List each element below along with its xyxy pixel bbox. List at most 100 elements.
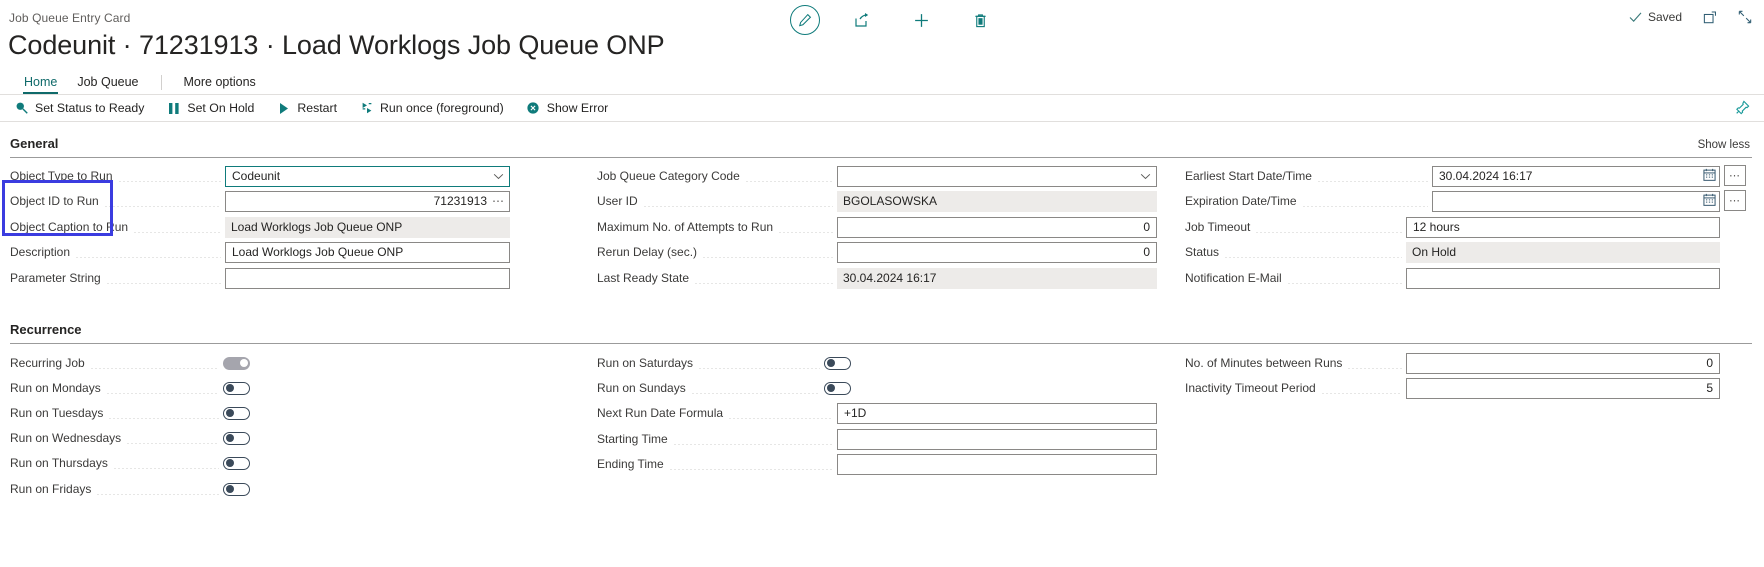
field-label: Run on Tuesdays	[10, 406, 108, 420]
run-once-foreground-label: Run once (foreground)	[380, 101, 504, 115]
field-value: Load Worklogs Job Queue ONP	[231, 220, 402, 234]
field-label: Ending Time	[597, 457, 669, 471]
leader-dots	[1317, 171, 1428, 182]
inactivity-timeout-period-input[interactable]: 5	[1406, 378, 1720, 399]
field-value: 5	[1706, 381, 1713, 395]
run-on-thursdays-toggle[interactable]	[223, 457, 250, 470]
field-value: 71231913	[434, 194, 487, 208]
run-once-foreground-button[interactable]: Run once (foreground)	[359, 101, 504, 116]
field-run-on-tuesdays: Run on Tuesdays	[10, 402, 250, 424]
set-on-hold-button[interactable]: Set On Hold	[166, 101, 254, 116]
tab-job-queue[interactable]: Job Queue	[67, 75, 148, 94]
field-label: Run on Saturdays	[597, 356, 698, 370]
starting-time-input[interactable]	[837, 429, 1157, 450]
earliest-start-assist-edit-button[interactable]: ⋯	[1724, 165, 1746, 186]
restart-button[interactable]: Restart	[276, 101, 337, 116]
show-error-button[interactable]: Show Error	[526, 101, 609, 116]
chevron-down-icon	[1140, 169, 1151, 183]
field-value: BGOLASOWSKA	[843, 194, 937, 208]
open-in-new-window-icon[interactable]	[1703, 11, 1717, 24]
run-on-saturdays-toggle[interactable]	[824, 357, 851, 370]
object-caption-to-run-value: Load Worklogs Job Queue ONP	[225, 217, 510, 238]
no-of-minutes-between-runs-input[interactable]: 0	[1406, 353, 1720, 374]
saved-label: Saved	[1648, 10, 1682, 24]
expiration-assist-edit-button[interactable]: ⋯	[1724, 190, 1746, 211]
new-icon[interactable]	[904, 3, 938, 37]
maximum-no-of-attempts-to-run-input[interactable]: 0	[837, 217, 1157, 238]
leader-dots	[113, 458, 219, 469]
leader-dots	[669, 459, 833, 470]
leader-dots	[1347, 358, 1402, 369]
delete-icon[interactable]	[963, 3, 997, 37]
user-id-value: BGOLASOWSKA	[837, 191, 1157, 212]
leader-dots	[75, 247, 221, 258]
field-label: Job Timeout	[1185, 220, 1255, 234]
pin-icon[interactable]	[1735, 100, 1750, 120]
field-label: Inactivity Timeout Period	[1185, 381, 1321, 395]
job-queue-category-code-input[interactable]	[837, 166, 1157, 187]
chevron-down-icon	[493, 169, 504, 183]
job-queue-entry-card-page: Job Queue Entry Card Saved	[0, 0, 1764, 567]
tab-more-options[interactable]: More options	[174, 75, 266, 94]
description-input[interactable]: Load Worklogs Job Queue ONP	[225, 242, 510, 263]
run-on-tuesdays-toggle[interactable]	[223, 407, 250, 420]
field-value: Codeunit	[232, 169, 280, 183]
saved-status: Saved	[1629, 10, 1682, 24]
calendar-icon[interactable]	[1703, 193, 1716, 209]
object-type-to-run-input[interactable]: Codeunit	[225, 166, 510, 187]
field-job-queue-category-code: Job Queue Category Code	[597, 165, 1157, 187]
field-label: Run on Wednesdays	[10, 431, 126, 445]
set-on-hold-label: Set On Hold	[187, 101, 254, 115]
calendar-icon[interactable]	[1703, 168, 1716, 184]
rerun-delay-input[interactable]: 0	[837, 242, 1157, 263]
show-less-toggle[interactable]: Show less	[1698, 139, 1750, 151]
field-user-id: User ID BGOLASOWSKA	[597, 190, 1157, 212]
job-timeout-input[interactable]: 12 hours	[1406, 217, 1720, 238]
toggle-knob	[827, 384, 835, 392]
leader-dots	[745, 171, 833, 182]
tab-home[interactable]: Home	[14, 75, 67, 94]
run-on-mondays-toggle[interactable]	[223, 382, 250, 395]
share-icon[interactable]	[845, 3, 879, 37]
field-next-run-date-formula: Next Run Date Formula +1D	[597, 402, 1157, 424]
field-run-on-fridays: Run on Fridays	[10, 478, 250, 500]
field-label: Job Queue Category Code	[597, 169, 745, 183]
status-value: On Hold	[1406, 242, 1720, 263]
recurring-job-toggle[interactable]	[223, 357, 250, 370]
field-label: Object ID to Run	[10, 194, 104, 208]
ending-time-input[interactable]	[837, 454, 1157, 475]
leader-dots	[96, 484, 219, 495]
leader-dots	[133, 222, 221, 233]
field-label: Description	[10, 245, 75, 259]
assist-edit-icon[interactable]: ⋯	[492, 195, 505, 207]
field-recurring-job: Recurring Job	[10, 352, 250, 374]
page-title: Codeunit · 71231913 · Load Worklogs Job …	[8, 30, 665, 61]
field-value: 0	[1143, 220, 1150, 234]
leader-dots	[1302, 196, 1428, 207]
run-on-wednesdays-toggle[interactable]	[223, 432, 250, 445]
notification-email-input[interactable]	[1406, 268, 1720, 289]
field-ending-time: Ending Time	[597, 453, 1157, 475]
toggle-knob	[240, 359, 248, 367]
earliest-start-date-time-input[interactable]: 30.04.2024 16:17	[1432, 166, 1720, 187]
run-on-fridays-toggle[interactable]	[223, 483, 250, 496]
edit-icon[interactable]	[790, 5, 820, 35]
object-id-to-run-input[interactable]: 71231913 ⋯	[225, 191, 510, 212]
leader-dots	[702, 247, 833, 258]
breadcrumb: Job Queue Entry Card	[9, 11, 130, 25]
leader-dots	[118, 171, 221, 182]
collapse-icon[interactable]	[1738, 10, 1752, 24]
expiration-date-time-input[interactable]	[1432, 191, 1720, 212]
right-action-group: Saved	[1629, 10, 1752, 24]
parameter-string-input[interactable]	[225, 268, 510, 289]
field-label: No. of Minutes between Runs	[1185, 356, 1347, 370]
set-status-to-ready-button[interactable]: Set Status to Ready	[14, 101, 144, 116]
field-label: Object Caption to Run	[10, 220, 133, 234]
next-run-date-formula-input[interactable]: +1D	[837, 403, 1157, 424]
field-label: Expiration Date/Time	[1185, 194, 1302, 208]
toggle-knob	[226, 485, 234, 493]
field-label: Last Ready State	[597, 271, 694, 285]
run-on-sundays-toggle[interactable]	[824, 382, 851, 395]
field-label: Earliest Start Date/Time	[1185, 169, 1317, 183]
leader-dots	[1321, 383, 1402, 394]
